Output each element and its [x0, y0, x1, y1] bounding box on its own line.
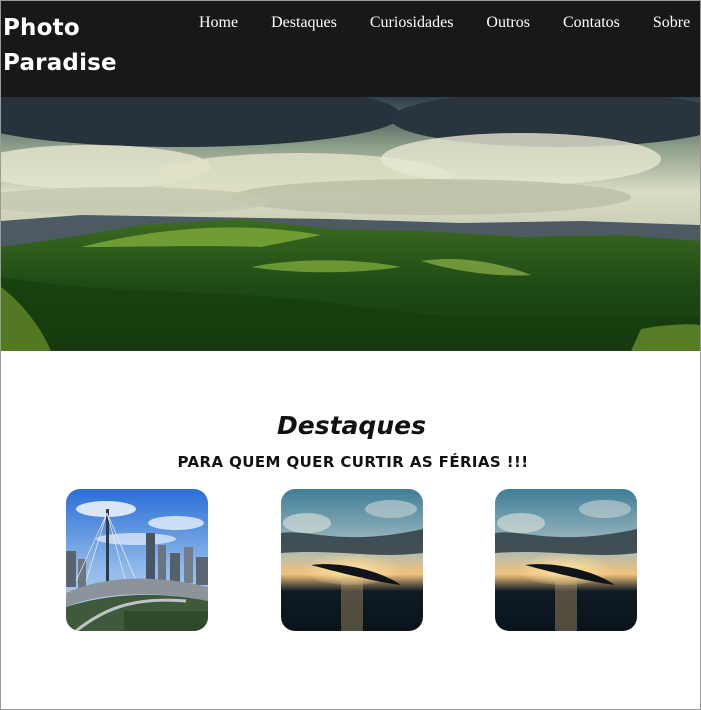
logo-line-2: Paradise: [3, 50, 117, 76]
main-nav: Home Destaques Curiosidades Outros Conta…: [182, 13, 700, 35]
hero-landscape-illustration: [1, 97, 700, 351]
featured-card-sunset-1[interactable]: [281, 489, 423, 631]
nav-link-outros[interactable]: Outros: [469, 13, 546, 35]
section-title: Destaques: [277, 411, 426, 440]
logo-line-1: Photo: [3, 15, 80, 41]
nav-link-home[interactable]: Home: [182, 13, 254, 35]
featured-card-city[interactable]: [66, 489, 208, 631]
page-frame: Photo Paradise Home Destaques Curiosidad…: [0, 0, 701, 710]
sunset-sea-image: [281, 489, 423, 631]
nav-link-curiosidades[interactable]: Curiosidades: [353, 13, 470, 35]
city-skyline-image: [66, 489, 208, 631]
nav-link-contatos[interactable]: Contatos: [546, 13, 636, 35]
section-subtitle: PARA QUEM QUER CURTIR AS FÉRIAS !!!: [177, 453, 529, 471]
site-header: Photo Paradise Home Destaques Curiosidad…: [1, 1, 700, 97]
featured-gallery: [66, 489, 638, 631]
sunset-sea-image: [495, 489, 637, 631]
nav-link-sobre[interactable]: Sobre: [636, 13, 700, 35]
site-logo[interactable]: Photo Paradise: [3, 11, 123, 81]
featured-card-sunset-2[interactable]: [495, 489, 637, 631]
nav-link-destaques[interactable]: Destaques: [254, 13, 353, 35]
hero-banner-image: [1, 97, 700, 351]
